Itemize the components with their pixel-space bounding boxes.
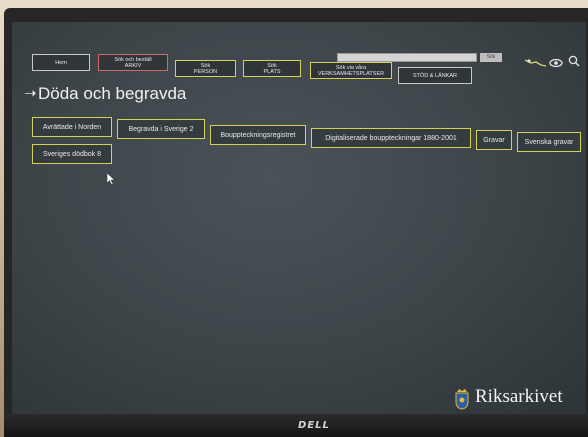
crown-crest-icon — [455, 389, 469, 410]
nav-support-button[interactable]: STÖD & LÄNKAR — [398, 67, 472, 84]
nav-person-button[interactable]: Sök PERSON — [175, 60, 236, 77]
nav-home-button[interactable]: Hem — [32, 54, 90, 71]
nav-support-label: STÖD & LÄNKAR — [412, 72, 457, 79]
page-title: Döda och begravda — [38, 84, 187, 103]
search-input[interactable] — [337, 53, 477, 62]
mouse-cursor-icon — [107, 173, 115, 185]
nav-home-label: Hem — [55, 59, 67, 66]
sign-language-icon[interactable] — [524, 58, 548, 68]
category-button[interactable]: Svenska gravar — [517, 132, 581, 152]
category-button[interactable]: Begravda i Sverige 2 — [117, 119, 205, 139]
nav-person-line2: PERSON — [193, 68, 218, 75]
category-button[interactable]: Bouppteckningsregistret — [210, 125, 306, 145]
riksarkivet-logo-text: Riksarkivet — [475, 386, 563, 407]
nav-place-line2: PLATS — [263, 68, 281, 75]
category-button[interactable]: Sveriges dödbok 8 — [32, 144, 112, 164]
category-button[interactable]: Gravar — [476, 130, 512, 150]
nav-archive-button[interactable]: Sök och beställ ARKIV — [98, 54, 168, 71]
nav-place-button[interactable]: Sök PLATS — [243, 60, 301, 77]
nav-workplaces-line2: VERKSAMHETSPLATSER — [317, 70, 385, 77]
screen: Hem Sök och beställ ARKIV Sök PERSON Sök… — [12, 22, 586, 414]
monitor-brand: DELL — [298, 420, 330, 431]
search-button[interactable]: Sök — [480, 53, 502, 62]
nav-workplaces-button[interactable]: Sök via våra VERKSAMHETSPLATSER — [310, 62, 392, 79]
search-icon[interactable] — [568, 55, 580, 67]
back-arrow-icon[interactable]: ➝ — [24, 84, 37, 102]
category-button[interactable]: Avrättade i Norden — [32, 117, 112, 137]
eye-icon[interactable] — [549, 58, 563, 68]
nav-archive-line2: ARKIV — [124, 62, 142, 69]
category-button[interactable]: Digitaliserade bouppteckningar 1880-2001 — [311, 128, 471, 148]
